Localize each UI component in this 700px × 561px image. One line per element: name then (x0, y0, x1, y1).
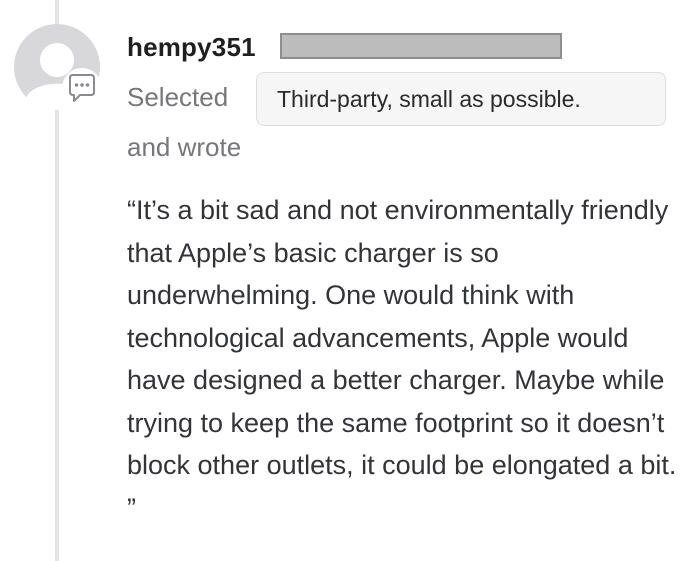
comment-quote: “It’s a bit sad and not environmentally … (127, 195, 677, 523)
comment-bubble-icon (62, 68, 102, 108)
username-link[interactable]: hempy351 (127, 32, 256, 63)
redacted-text-block (280, 33, 562, 59)
selected-choice-pill: Third-party, small as possible. (256, 72, 666, 126)
username-row: hempy351 (127, 30, 256, 64)
wrote-label: and wrote (127, 132, 242, 162)
selected-label: Selected (127, 82, 229, 112)
selected-choice-text: Third-party, small as possible. (277, 85, 581, 112)
